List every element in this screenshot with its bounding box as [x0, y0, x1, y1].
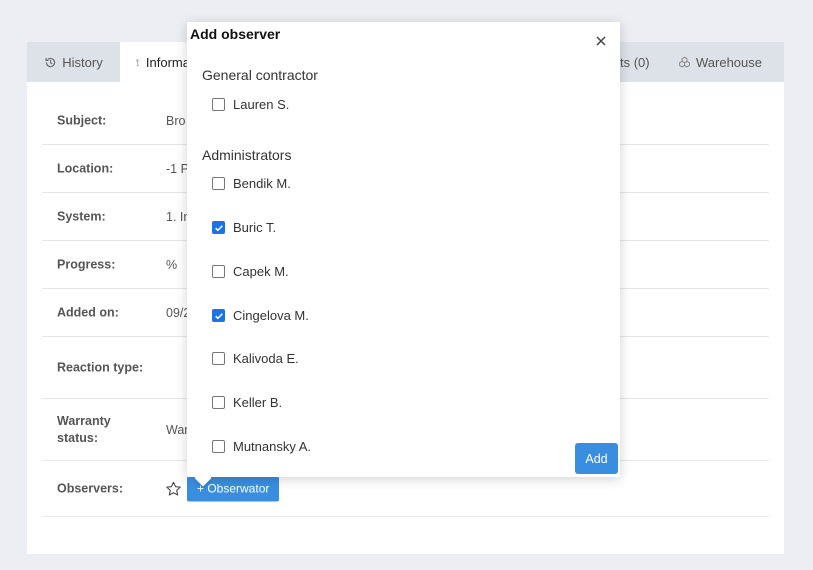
checkmark-icon	[214, 224, 223, 231]
add-observer-popover: Add observer General contractor Lauren S…	[187, 22, 620, 477]
observer-checkbox[interactable]	[212, 177, 225, 190]
tab-information-label: Informa	[145, 54, 190, 70]
location-value: -1 P	[166, 161, 189, 176]
observer-checkbox[interactable]	[212, 396, 225, 409]
observer-option[interactable]: Buric T.	[212, 220, 276, 235]
location-label: Location:	[57, 161, 114, 175]
warranty-status-label: Warranty status:	[57, 413, 111, 445]
boxes-icon	[679, 56, 690, 67]
observer-option[interactable]: Bendik M.	[212, 176, 291, 191]
observer-name: Cingelova M.	[233, 308, 309, 323]
observer-option[interactable]: Mutnansky A.	[212, 439, 311, 454]
popover-title: Add observer	[190, 26, 281, 42]
subject-value: Bro	[166, 113, 186, 128]
system-label: System:	[57, 209, 106, 223]
checkmark-icon	[214, 312, 223, 319]
observer-checkbox-checked[interactable]	[212, 309, 225, 322]
observer-name: Buric T.	[233, 220, 277, 235]
subject-label: Subject:	[57, 113, 107, 127]
tab-information[interactable]: Informa	[120, 42, 190, 82]
observer-name: Mutnansky A.	[233, 439, 312, 454]
close-icon[interactable]	[594, 34, 608, 48]
history-icon	[45, 57, 56, 67]
observer-name: Keller B.	[233, 395, 283, 410]
warranty-status-value: War	[166, 422, 189, 437]
tab-attachments[interactable]: ts (0)	[620, 42, 650, 82]
group-title-administrators: Administrators	[202, 147, 292, 163]
added-on-label: Added on:	[57, 305, 119, 319]
add-button[interactable]: Add	[575, 443, 618, 474]
tab-warehouse[interactable]: Warehouse	[678, 42, 778, 82]
progress-value: %	[166, 257, 178, 272]
observer-option[interactable]: Lauren S.	[212, 97, 289, 112]
group-title-general-contractor: General contractor	[202, 67, 318, 83]
observer-checkbox[interactable]	[212, 98, 225, 111]
tab-warehouse-label: Warehouse	[696, 54, 762, 70]
observer-option[interactable]: Cingelova M.	[212, 308, 309, 323]
tab-attachments-label: ts (0)	[620, 54, 650, 70]
observer-option[interactable]: Keller B.	[212, 395, 282, 410]
progress-label: Progress:	[57, 257, 116, 271]
reaction-type-label: Reaction type:	[57, 360, 144, 374]
observer-name: Kalivoda E.	[233, 351, 299, 366]
info-icon	[136, 58, 139, 66]
observers-label: Observers:	[57, 481, 124, 495]
observer-name: Bendik M.	[233, 176, 291, 191]
star-icon[interactable]	[165, 480, 182, 497]
tab-history-label: History	[62, 54, 103, 70]
observer-option[interactable]: Kalivoda E.	[212, 351, 299, 366]
observer-name: Lauren S.	[233, 97, 290, 112]
observer-checkbox[interactable]	[212, 265, 225, 278]
observer-checkbox-checked[interactable]	[212, 221, 225, 234]
tab-history[interactable]: History	[27, 42, 120, 82]
observer-checkbox[interactable]	[212, 440, 225, 453]
observer-checkbox[interactable]	[212, 352, 225, 365]
observer-name: Capek M.	[233, 264, 289, 279]
observer-option[interactable]: Capek M.	[212, 264, 289, 279]
